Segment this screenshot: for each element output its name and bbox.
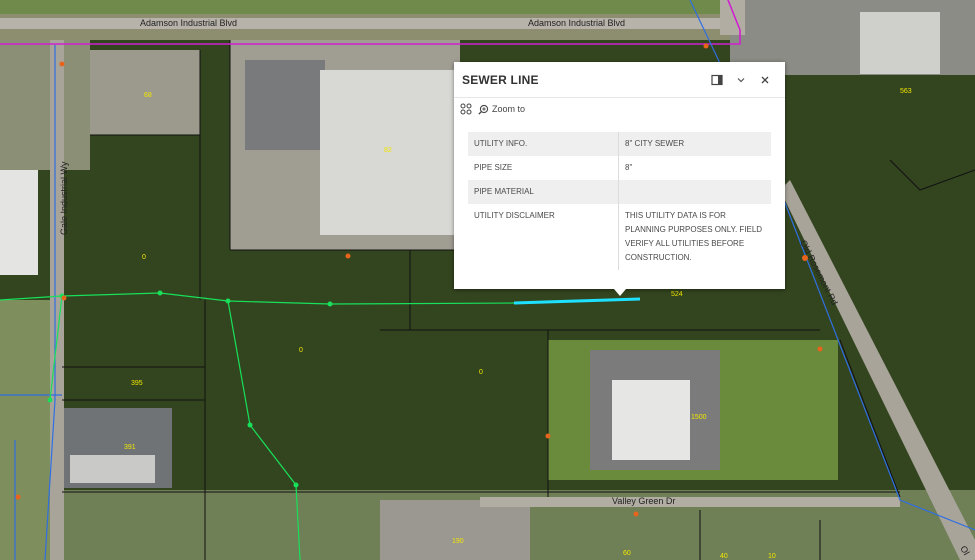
- attribute-value: THIS UTILITY DATA IS FOR PLANNING PURPOS…: [625, 211, 763, 262]
- table-row: PIPE SIZE 8": [468, 156, 771, 180]
- lot-west: [0, 40, 90, 170]
- attribute-key: UTILITY DISCLAIMER: [468, 204, 619, 270]
- parcel-number: 82: [384, 147, 392, 154]
- road-label-adamson-east: Adamson Industrial Blvd: [528, 18, 625, 28]
- zoom-to-label: Zoom to: [492, 104, 526, 114]
- road-label-adamson-west: Adamson Industrial Blvd: [140, 18, 237, 28]
- feature-menu-icon[interactable]: [460, 103, 472, 115]
- building-1500: [612, 380, 690, 460]
- parcel-number: 190: [452, 538, 464, 545]
- parcel-number: 40: [720, 553, 728, 560]
- parcel-number: 10: [768, 553, 776, 560]
- parcel-number: 395: [131, 380, 143, 387]
- road-label-valley-green: Valley Green Dr: [612, 496, 675, 506]
- field-southwest: [0, 300, 50, 560]
- parcel-number: 0: [142, 254, 146, 261]
- popup-header: SEWER LINE: [454, 62, 785, 98]
- table-row: PIPE MATERIAL: [468, 180, 771, 204]
- parcel-number: 68: [144, 92, 152, 99]
- road-label-gale: Gale Industrial Wy: [59, 161, 69, 235]
- dock-icon[interactable]: [705, 68, 729, 92]
- parking-lot: [245, 60, 325, 150]
- building-west: [0, 170, 38, 275]
- feature-popup: SEWER LINE Zoom to UTILITY INFO. 8" CITY…: [454, 62, 785, 289]
- residences: [380, 500, 530, 560]
- zoom-in-icon: [478, 104, 489, 115]
- popup-title: SEWER LINE: [462, 72, 539, 87]
- attribute-key: PIPE MATERIAL: [468, 180, 619, 204]
- zoom-to-button[interactable]: Zoom to: [478, 104, 525, 115]
- attribute-table: UTILITY INFO. 8" CITY SEWER PIPE SIZE 8"…: [468, 132, 771, 270]
- building-391: [70, 455, 155, 483]
- road-north-access: [720, 0, 745, 35]
- attribute-value: [618, 180, 771, 204]
- parcel-number: 0: [479, 369, 483, 376]
- close-icon[interactable]: [753, 68, 777, 92]
- road-valley-green: [480, 497, 900, 507]
- parcel-number: 60: [623, 550, 631, 557]
- attribute-value: 8": [625, 163, 633, 172]
- popup-pointer: [614, 289, 626, 296]
- parcel-number: 0: [299, 347, 303, 354]
- attribute-value: 8" CITY SEWER: [618, 132, 771, 156]
- parcel-number: 524: [671, 291, 683, 298]
- parcel-number: 1500: [691, 414, 707, 421]
- popup-toolbar: Zoom to: [454, 98, 785, 120]
- building-563: [860, 12, 940, 74]
- chevron-down-icon[interactable]: [729, 68, 753, 92]
- parcel-number: 391: [124, 444, 136, 451]
- attribute-key: UTILITY INFO.: [468, 132, 619, 156]
- attribute-key: PIPE SIZE: [468, 156, 619, 180]
- table-row: UTILITY DISCLAIMER THIS UTILITY DATA IS …: [468, 204, 771, 270]
- parcel-number: 563: [900, 88, 912, 95]
- table-row: UTILITY INFO. 8" CITY SEWER: [468, 132, 771, 156]
